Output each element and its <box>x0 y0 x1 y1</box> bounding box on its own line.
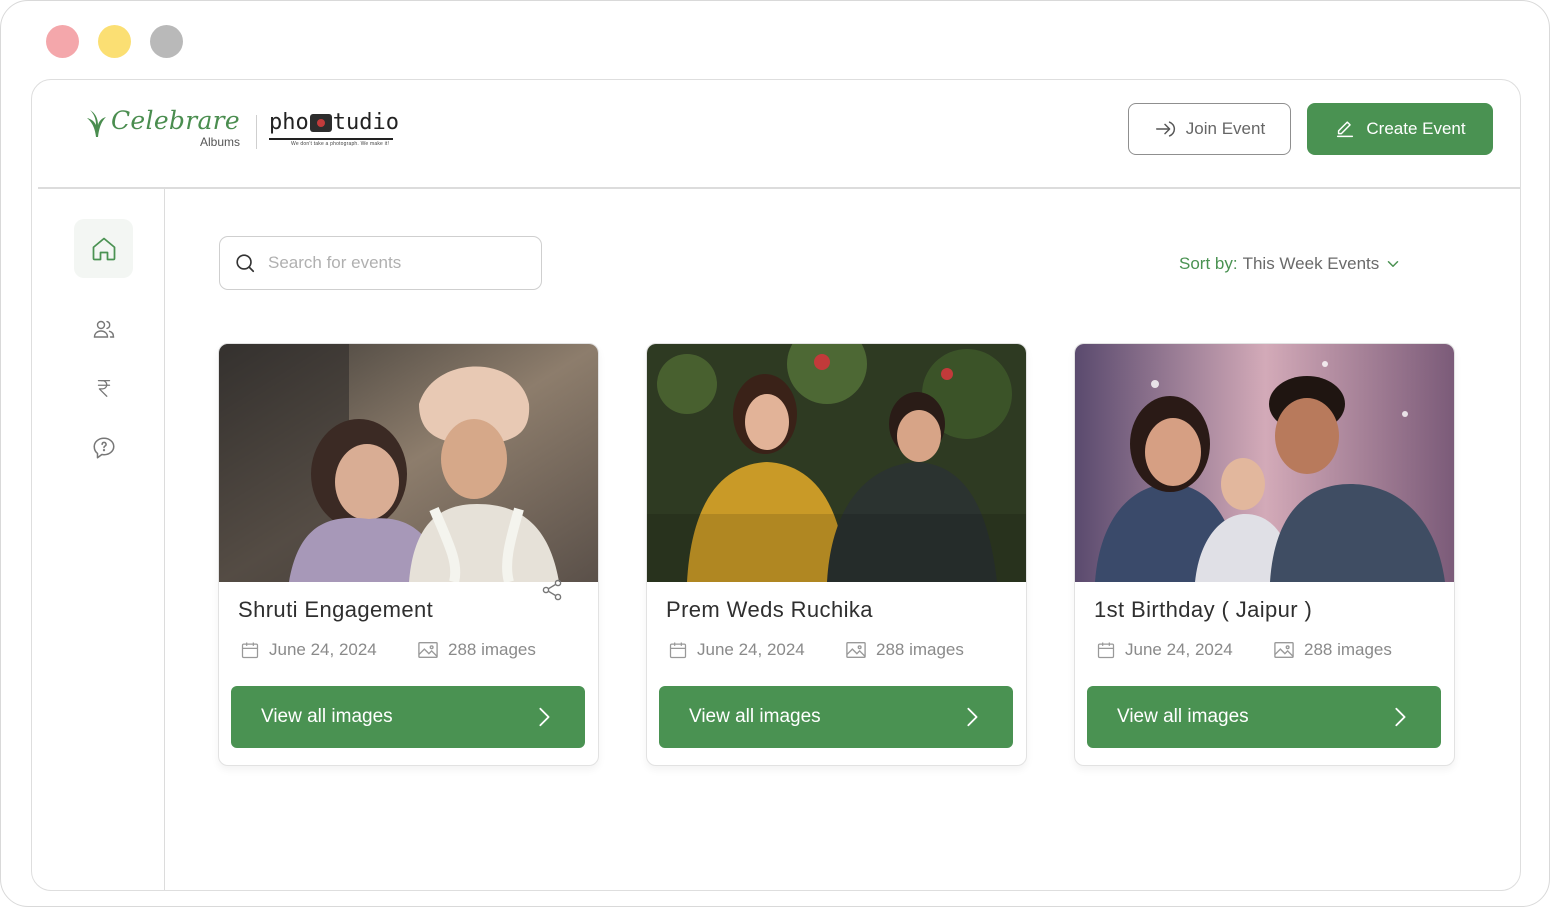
event-card: Shruti Engagement June 24, 2024 288 imag… <box>218 343 599 766</box>
image-icon <box>1274 642 1294 658</box>
rupee-icon <box>97 379 110 397</box>
view-all-images-label: View all images <box>1117 706 1249 727</box>
chevron-right-icon <box>539 707 550 727</box>
brand-separator <box>256 115 258 149</box>
image-icon <box>418 642 438 658</box>
event-card: 1st Birthday ( Jaipur ) June 24, 2024 28… <box>1074 343 1455 766</box>
event-title: 1st Birthday ( Jaipur ) <box>1094 597 1313 622</box>
window-close-dot[interactable] <box>46 25 79 58</box>
calendar-icon <box>241 642 259 659</box>
event-cover-photo[interactable] <box>219 344 598 582</box>
partner-name-left: pho <box>269 110 309 135</box>
event-date-text: June 24, 2024 <box>1125 640 1233 659</box>
top-header: Celebrare Albums pho tudio We don't take… <box>32 80 1520 189</box>
app-container: Celebrare Albums pho tudio We don't take… <box>31 79 1521 891</box>
view-all-images-label: View all images <box>689 706 821 727</box>
login-arrow-icon <box>1155 120 1175 138</box>
event-title: Shruti Engagement <box>238 597 434 622</box>
event-image-count: 288 images <box>1273 640 1392 660</box>
window-maximize-dot[interactable] <box>150 25 183 58</box>
brand-logos[interactable]: Celebrare Albums pho tudio We don't take… <box>84 106 399 149</box>
event-image-count: 288 images <box>845 640 964 660</box>
chevron-down-icon <box>1388 261 1399 267</box>
sort-label: Sort by: <box>1179 254 1238 273</box>
view-all-images-button[interactable]: View all images <box>659 686 1013 748</box>
browser-window: Celebrare Albums pho tudio We don't take… <box>0 0 1550 907</box>
event-date: June 24, 2024 <box>668 640 805 660</box>
event-date: June 24, 2024 <box>1096 640 1233 660</box>
leaf-logo-icon <box>87 110 106 137</box>
event-date-text: June 24, 2024 <box>269 640 377 659</box>
view-all-images-button[interactable]: View all images <box>1087 686 1441 748</box>
calendar-icon <box>1097 642 1115 659</box>
view-all-images-label: View all images <box>261 706 393 727</box>
main-content: Sort by: This Week Events <box>166 188 1520 890</box>
brand-subtitle: Albums <box>200 135 241 149</box>
create-event-button[interactable]: Create Event <box>1307 103 1493 155</box>
view-all-images-button[interactable]: View all images <box>231 686 585 748</box>
event-image-count: 288 images <box>417 640 536 660</box>
partner-wordmark: pho tudio <box>269 110 399 136</box>
event-image-count-text: 288 images <box>1304 640 1392 659</box>
sidebar-item-users[interactable] <box>74 299 133 358</box>
event-image-count-text: 288 images <box>448 640 536 659</box>
partner-tagline: We don't take a photograph. We make it! <box>291 140 390 147</box>
sort-value: This Week Events <box>1242 254 1380 273</box>
brand-name: Celebrare <box>111 106 241 135</box>
brand-wordmark: Celebrare Albums <box>111 106 240 149</box>
event-title: Prem Weds Ruchika <box>666 597 873 622</box>
event-cover-photo[interactable] <box>647 344 1026 582</box>
join-event-button[interactable]: Join Event <box>1128 103 1291 155</box>
sidebar <box>32 188 165 890</box>
join-event-label: Join Event <box>1185 119 1266 138</box>
window-minimize-dot[interactable] <box>98 25 131 58</box>
event-image-count-text: 288 images <box>876 640 964 659</box>
event-date-text: June 24, 2024 <box>697 640 805 659</box>
calendar-icon <box>669 642 687 659</box>
event-cover-photo[interactable] <box>1075 344 1454 582</box>
search-box[interactable] <box>219 236 542 290</box>
sidebar-item-home[interactable] <box>74 219 133 278</box>
partner-underline <box>269 138 394 140</box>
event-date: June 24, 2024 <box>240 640 377 660</box>
sidebar-item-payments[interactable] <box>74 358 133 417</box>
share-button[interactable] <box>540 578 564 607</box>
partner-name-right: tudio <box>332 110 400 135</box>
chevron-right-icon <box>1395 707 1406 727</box>
image-icon <box>846 642 866 658</box>
home-icon <box>92 237 115 260</box>
event-card: Prem Weds Ruchika June 24, 2024 288 imag… <box>646 343 1027 766</box>
sidebar-item-help[interactable] <box>74 418 133 477</box>
search-input[interactable] <box>268 253 508 273</box>
help-chat-icon <box>92 436 115 459</box>
users-icon <box>93 320 114 338</box>
sort-dropdown[interactable]: Sort by: This Week Events <box>1179 254 1402 274</box>
partner-logo: pho tudio We don't take a photograph. We… <box>269 110 399 147</box>
search-icon <box>236 254 255 273</box>
chevron-right-icon <box>967 707 978 727</box>
create-event-label: Create Event <box>1366 119 1466 138</box>
pencil-icon <box>1337 121 1354 138</box>
camera-icon <box>309 114 332 132</box>
share-icon <box>542 579 562 601</box>
